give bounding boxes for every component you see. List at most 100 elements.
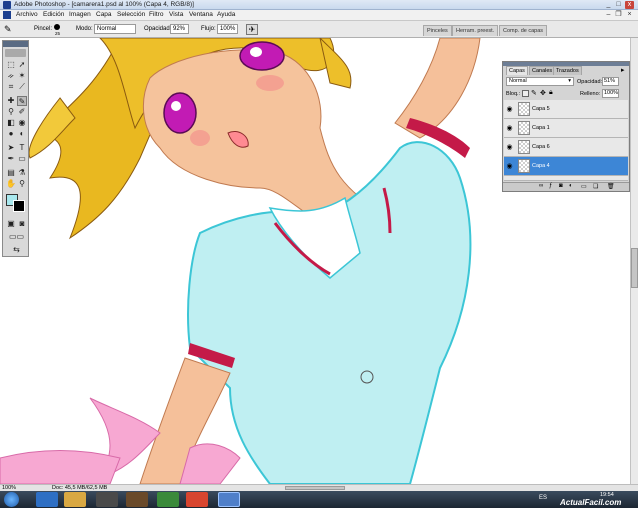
minimize-button[interactable]: _ — [604, 1, 613, 9]
eye-icon[interactable]: ◉ — [505, 162, 514, 171]
opacity-label: Opacidad: — [144, 26, 172, 32]
adjustment-layer-icon[interactable]: ◐ — [569, 183, 573, 189]
menu-ayuda[interactable]: Ayuda — [217, 11, 235, 18]
menu-archivo[interactable]: Archivo — [16, 11, 38, 18]
ps-menu-icon[interactable] — [3, 11, 11, 19]
panel-menu-icon[interactable]: ▸ — [621, 66, 625, 74]
palette-tab-composiciones[interactable]: Comp. de capas — [499, 25, 548, 36]
airbrush-icon[interactable]: ✈ — [246, 24, 258, 35]
doc-restore-icon[interactable]: ❐ — [614, 11, 623, 19]
file-explorer-icon[interactable] — [64, 492, 86, 507]
lock-all-icon[interactable]: 🔒︎ — [549, 89, 553, 97]
link-layers-icon[interactable]: ∞ — [539, 183, 543, 189]
brush-tool-preset-icon[interactable]: ✎ — [4, 24, 18, 35]
menu-filtro[interactable]: Filtro — [149, 11, 163, 18]
type-tool-icon[interactable]: T — [17, 143, 27, 153]
eye-icon[interactable]: ◉ — [505, 143, 514, 152]
start-button[interactable] — [4, 492, 19, 507]
shape-tool-icon[interactable]: ▭ — [17, 154, 27, 164]
new-group-icon[interactable]: ▭ — [581, 183, 587, 190]
zoom-tool-icon[interactable]: ⚲ — [17, 179, 27, 189]
doc-minimize-icon[interactable]: – — [604, 11, 613, 19]
magic-wand-tool-icon[interactable]: ✶ — [17, 71, 27, 81]
app-icon[interactable] — [126, 492, 148, 507]
palette-tab-herramientas[interactable]: Herram. preest. — [452, 25, 499, 36]
chrome-icon[interactable] — [186, 492, 208, 507]
layer-row-capa-6[interactable]: ◉ Capa 6 — [504, 138, 628, 157]
mode-select[interactable]: Normal — [94, 24, 136, 34]
layer-row-capa-1[interactable]: ◉ Capa 1 — [504, 119, 628, 138]
brush-tool-icon[interactable]: ✎ — [17, 96, 27, 106]
notes-tool-icon[interactable]: ▤ — [6, 168, 16, 178]
ps-logo-icon[interactable] — [5, 49, 26, 57]
menu-imagen[interactable]: Imagen — [69, 11, 91, 18]
layer-opacity-input[interactable]: 51% — [602, 77, 619, 86]
jump-to-imageready-icon[interactable]: ⇆ — [6, 245, 27, 255]
photoshop-app-icon — [3, 1, 11, 9]
move-tool-icon[interactable]: ➚ — [17, 60, 27, 70]
lock-position-icon[interactable]: ✥ — [540, 89, 546, 97]
eraser-tool-icon[interactable]: ◧ — [6, 118, 16, 128]
paint-bucket-tool-icon[interactable]: ◉ — [17, 118, 27, 128]
crop-tool-icon[interactable]: ⌗ — [6, 82, 16, 92]
layer-thumbnail — [518, 121, 530, 135]
pen-tool-icon[interactable]: ✒ — [6, 154, 16, 164]
tab-capas[interactable]: Capas — [506, 66, 528, 75]
maximize-button[interactable]: □ — [614, 1, 623, 9]
path-selection-tool-icon[interactable]: ➤ — [6, 143, 16, 153]
menu-edicion[interactable]: Edición — [43, 11, 64, 18]
healing-brush-tool-icon[interactable]: ✚ — [6, 96, 16, 106]
app-icon-2[interactable] — [157, 492, 179, 507]
language-indicator[interactable]: ES — [539, 495, 547, 501]
eyedropper-tool-icon[interactable]: ⚗ — [17, 168, 27, 178]
close-button[interactable]: x — [625, 1, 634, 9]
doc-close-icon[interactable]: × — [625, 11, 634, 19]
slice-tool-icon[interactable]: ⟋ — [17, 82, 27, 92]
menu-capa[interactable]: Capa — [96, 11, 112, 18]
delete-layer-icon[interactable]: 🗑︎ — [607, 183, 615, 190]
menu-ventana[interactable]: Ventana — [189, 11, 213, 18]
lock-transparency-icon[interactable] — [522, 90, 529, 97]
layer-style-icon[interactable]: ƒ — [549, 183, 552, 189]
palette-tab-pinceles[interactable]: Pinceles — [423, 25, 452, 36]
foreground-color-swatch[interactable] — [13, 200, 25, 212]
layers-footer: ∞ ƒ ◙ ◐ ▭ ❏ 🗑︎ — [503, 182, 629, 191]
layer-row-capa-5[interactable]: ◉ Capa 5 — [504, 100, 628, 119]
lasso-tool-icon[interactable]: ᨀ — [6, 71, 16, 81]
layer-name: Capa 4 — [532, 163, 550, 169]
new-layer-icon[interactable]: ❏ — [593, 183, 598, 190]
eye-icon[interactable]: ◉ — [505, 124, 514, 133]
internet-explorer-icon[interactable] — [36, 492, 58, 507]
media-player-icon[interactable] — [96, 492, 118, 507]
opacity-input[interactable]: 92% — [170, 24, 189, 34]
vertical-scrollbar[interactable] — [630, 38, 638, 484]
quick-mask-icon[interactable]: ◙ — [17, 219, 27, 229]
layer-mask-icon[interactable]: ◙ — [559, 183, 563, 189]
toolbox-header[interactable] — [3, 41, 28, 47]
layer-row-partial[interactable] — [504, 176, 628, 181]
menu-seleccion[interactable]: Selección — [117, 11, 145, 18]
blend-mode-select[interactable]: Normal ▾ — [506, 77, 574, 86]
eye-icon[interactable]: ◉ — [505, 105, 514, 114]
windows-taskbar: ES 19:54 ActualFacil.com — [0, 491, 638, 508]
standard-mode-icon[interactable]: ▣ — [6, 219, 16, 229]
vertical-scroll-thumb[interactable] — [631, 248, 638, 288]
dodge-tool-icon[interactable]: ◐ — [17, 129, 27, 139]
history-brush-tool-icon[interactable]: ✐ — [17, 107, 27, 117]
screen-mode-icon[interactable]: ▭▭ — [6, 232, 27, 242]
marquee-tool-icon[interactable]: ⬚ — [6, 60, 16, 70]
brush-preview-icon[interactable] — [54, 24, 60, 30]
layer-thumbnail — [518, 159, 530, 173]
fill-input[interactable]: 100% — [602, 89, 619, 98]
photoshop-taskbar-icon[interactable] — [218, 492, 240, 507]
menu-vista[interactable]: Vista — [169, 11, 183, 18]
blur-tool-icon[interactable]: ● — [6, 129, 16, 139]
lock-pixels-icon[interactable]: ✎ — [531, 89, 537, 97]
clone-stamp-tool-icon[interactable]: ⚲ — [6, 107, 16, 117]
flow-input[interactable]: 100% — [217, 24, 238, 34]
horizontal-scroll-thumb[interactable] — [285, 486, 345, 490]
layer-row-capa-4[interactable]: ◉ Capa 4 — [504, 157, 628, 176]
tab-trazados[interactable]: Trazados — [553, 66, 582, 75]
hand-tool-icon[interactable]: ✋ — [6, 179, 16, 189]
tab-canales[interactable]: Canales — [529, 66, 556, 75]
